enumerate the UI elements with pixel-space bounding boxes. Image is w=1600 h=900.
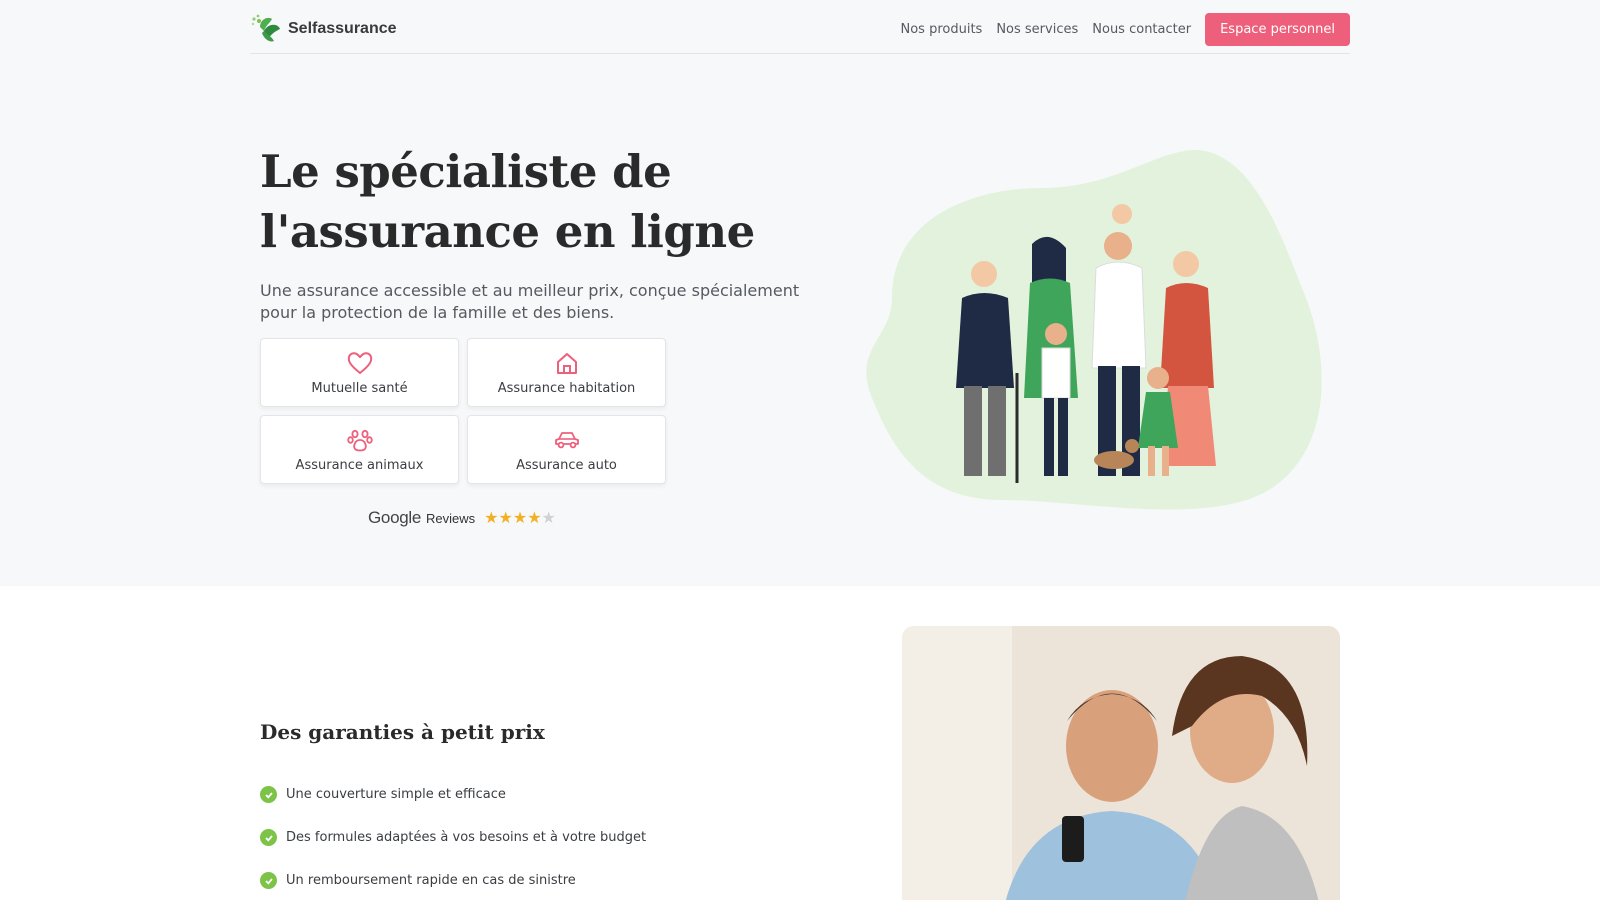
star-icon: ★ [498,508,513,527]
espace-personnel-button[interactable]: Espace personnel [1205,13,1350,46]
card-label: Mutuelle santé [311,380,408,396]
star-icon: ★ [527,508,542,527]
check-icon [260,829,277,846]
feature-item: Une couverture simple et efficace [260,773,646,816]
top-navbar: Selfassurance Nos produits Nos services … [250,0,1350,54]
feature-item: Des formules adaptées à vos besoins et à… [260,816,646,859]
star-icon: ★ [484,508,499,527]
section-title: Des garanties à petit prix [260,720,545,744]
nav-link-services[interactable]: Nos services [996,22,1078,37]
card-assurance-habitation[interactable]: Assurance habitation [467,338,666,407]
hero-subtitle: Une assurance accessible et au meilleur … [260,281,800,322]
hero-background [0,0,1600,586]
couple-photo [902,626,1340,900]
product-cards: Mutuelle santé Assurance habitation Assu… [260,338,666,484]
card-label: Assurance auto [516,457,617,473]
brand-logo[interactable]: Selfassurance [250,13,397,45]
brand-name: Selfassurance [288,20,397,37]
nav-link-produits[interactable]: Nos produits [901,22,983,37]
feature-label: Des formules adaptées à vos besoins et à… [286,830,647,845]
google-reviews[interactable]: Google Reviews ★ ★ ★ ★ ★ [368,508,556,528]
paw-icon [346,429,373,451]
feature-item: Un remboursement rapide en cas de sinist… [260,859,646,900]
feature-label: Une couverture simple et efficace [286,787,506,802]
check-icon [260,786,277,803]
nav-link-contact[interactable]: Nous contacter [1092,22,1191,37]
rating-stars: ★ ★ ★ ★ ★ [484,510,556,526]
hero-title-line2: l'assurance en ligne [260,205,755,258]
card-label: Assurance habitation [497,380,636,396]
check-icon [260,872,277,889]
card-assurance-animaux[interactable]: Assurance animaux [260,415,459,484]
feature-list: Une couverture simple et efficace Des fo… [260,773,646,900]
hero-title: Le spécialiste de l'assurance en ligne [260,142,820,262]
card-label: Assurance animaux [295,457,424,473]
family-illustration [866,149,1322,510]
star-icon: ★ [541,508,556,527]
reviews-label: Reviews [426,510,476,526]
house-icon [556,352,577,374]
hero-title-line1: Le spécialiste de [260,145,672,198]
card-mutuelle-sante[interactable]: Mutuelle santé [260,338,459,407]
star-icon: ★ [512,508,528,527]
nav-links: Nos produits Nos services Nous contacter… [887,13,1350,46]
car-icon [554,431,579,448]
feature-label: Un remboursement rapide en cas de sinist… [286,873,576,888]
heart-icon [347,351,372,374]
card-assurance-auto[interactable]: Assurance auto [467,415,666,484]
logo-leaf-icon [250,13,284,45]
google-logo: Google [368,508,422,527]
